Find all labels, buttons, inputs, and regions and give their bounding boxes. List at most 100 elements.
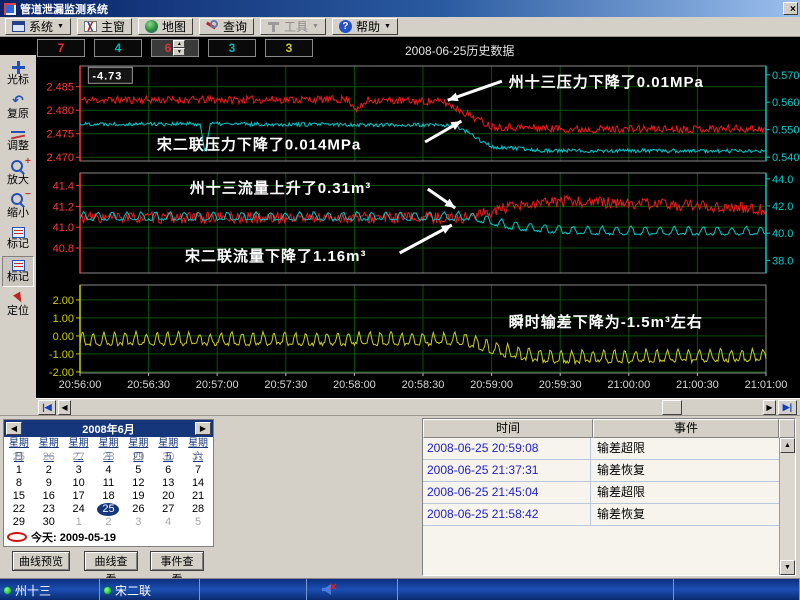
calendar-day[interactable]: 9	[34, 477, 64, 490]
menu-item-help[interactable]: 帮助▼	[332, 18, 398, 35]
calendar-day[interactable]: 28	[183, 503, 213, 516]
status-station-songerlian[interactable]: 宋二联	[100, 579, 200, 600]
counter-box-1[interactable]: 7	[37, 39, 85, 57]
calendar-day[interactable]: 27	[153, 503, 183, 516]
counter-spinner[interactable]: ▲▼	[173, 40, 185, 56]
tool-mark[interactable]: 标记	[2, 223, 34, 254]
svg-text:21:01:00: 21:01:00	[745, 379, 788, 391]
status-station-zhoushisan[interactable]: 州十三	[0, 579, 100, 600]
calendar-day[interactable]: 6	[153, 464, 183, 477]
calendar-day[interactable]: 2	[34, 464, 64, 477]
calendar-day[interactable]: 30	[34, 516, 64, 529]
calendar-day[interactable]: 15	[4, 490, 34, 503]
tool-zoom-out[interactable]: −缩小	[2, 190, 34, 221]
calendar-day[interactable]: 10	[64, 477, 94, 490]
calendar-day[interactable]: 22	[4, 503, 34, 516]
calendar-day[interactable]: 4	[94, 464, 124, 477]
calendar-day[interactable]: 11	[94, 477, 124, 490]
calendar-day[interactable]: 30	[153, 451, 183, 464]
event-table-row[interactable]: 2008-06-25 20:59:08输差超限	[423, 438, 779, 460]
calendar-day[interactable]: 3	[123, 516, 153, 529]
calendar-day[interactable]: 18	[94, 490, 124, 503]
counter-box-2[interactable]: 4	[94, 39, 142, 57]
hscroll-next-button[interactable]: ▶	[763, 400, 776, 415]
menu-item-query[interactable]: 查询	[199, 18, 254, 35]
event-table-row[interactable]: 2008-06-25 21:45:04输差超限	[423, 482, 779, 504]
calendar-day[interactable]: 26	[123, 503, 153, 516]
calendar-day[interactable]: 2	[94, 516, 124, 529]
calendar-day[interactable]: 4	[153, 516, 183, 529]
bottom-panel: ◀ 2008年6月 ▶ 星期日星期一星期二星期三星期四星期五星期六 252627…	[0, 415, 800, 578]
calendar-day[interactable]: 24	[64, 503, 94, 516]
hscroll-first-button[interactable]: |◀	[38, 400, 56, 415]
calendar-day[interactable]: 1	[64, 516, 94, 529]
calendar-day-selected[interactable]: 25	[97, 503, 119, 516]
calendar-day[interactable]: 29	[4, 516, 34, 529]
scroll-down-icon[interactable]: ▼	[780, 560, 795, 575]
hscroll-last-button[interactable]: ▶|	[778, 400, 797, 415]
calendar-day[interactable]: 1	[4, 464, 34, 477]
calendar-day[interactable]: 19	[123, 490, 153, 503]
tool-adjust[interactable]: 调整	[2, 124, 34, 155]
calendar-day[interactable]: 5	[183, 516, 213, 529]
scroll-up-icon[interactable]: ▲	[780, 438, 795, 453]
event-name: 输差恢复	[591, 504, 779, 525]
restore-icon: ↶	[12, 94, 24, 108]
calendar-day[interactable]: 20	[153, 490, 183, 503]
tool-locate[interactable]: 定位	[2, 289, 34, 320]
hscroll-thumb[interactable]	[662, 400, 682, 415]
event-table-row[interactable]: 2008-06-25 21:37:31输差恢复	[423, 460, 779, 482]
spinner-down-icon[interactable]: ▼	[173, 48, 185, 56]
event-table-row[interactable]: 2008-06-25 21:58:42输差恢复	[423, 504, 779, 526]
calendar-day[interactable]: 29	[123, 451, 153, 464]
tool-label: 光标	[7, 74, 29, 86]
calendar-day[interactable]: 23	[34, 503, 64, 516]
menu-item-system[interactable]: 系统▼	[5, 18, 71, 35]
svg-text:0.560: 0.560	[772, 97, 800, 109]
time-scrollbar[interactable]: |◀◀ ▶▶|	[36, 398, 800, 415]
svg-text:21:00:00: 21:00:00	[607, 379, 650, 391]
pressure-chart[interactable]: 2.4852.4802.4752.4700.5700.5600.5500.540…	[38, 60, 800, 166]
hscroll-prev-button[interactable]: ◀	[58, 400, 71, 415]
calendar-day[interactable]: 3	[64, 464, 94, 477]
calendar-weekday-row: 星期日星期一星期二星期三星期四星期五星期六	[4, 437, 213, 451]
tool-cursor[interactable]: 光标	[2, 58, 34, 89]
tool-zoom-in[interactable]: +放大	[2, 157, 34, 188]
spinner-up-icon[interactable]: ▲	[173, 40, 185, 48]
calendar-day[interactable]: 8	[4, 477, 34, 490]
counter-box-5[interactable]: 3	[265, 39, 313, 57]
counter-box-4[interactable]: 3	[208, 39, 256, 57]
menu-item-main-window[interactable]: 主窗	[77, 18, 132, 35]
calendar-day[interactable]: 7	[183, 464, 213, 477]
instant-diff-chart[interactable]: 2.001.000.00-1.00-2.0020:56:0020:56:3020…	[38, 279, 800, 396]
event-table-scrollbar[interactable]: ▲ ▼	[779, 438, 795, 575]
calendar-day[interactable]: 26	[34, 451, 64, 464]
station-label: 州十三	[15, 582, 51, 599]
close-button[interactable]: ×	[783, 2, 798, 15]
calendar-day[interactable]: 5	[123, 464, 153, 477]
calendar-day[interactable]: 17	[64, 490, 94, 503]
tool-mark-2[interactable]: 标记	[2, 256, 34, 287]
status-cell-6	[674, 579, 800, 600]
app-icon	[4, 3, 16, 15]
calendar-day[interactable]: 31	[183, 451, 213, 464]
menu-item-map[interactable]: 地图	[138, 18, 193, 35]
counter-box-3[interactable]: 6▲▼	[151, 39, 199, 57]
calendar-day[interactable]: 28	[94, 451, 124, 464]
calendar-day[interactable]: 16	[34, 490, 64, 503]
calendar-prev-button[interactable]: ◀	[6, 422, 22, 435]
calendar-next-button[interactable]: ▶	[195, 422, 211, 435]
calendar-day[interactable]: 27	[64, 451, 94, 464]
calendar-day[interactable]: 14	[183, 477, 213, 490]
flow-chart[interactable]: 41.441.241.040.844.042.040.038.0州十三流量上升了…	[38, 168, 800, 277]
tool-restore[interactable]: ↶复原	[2, 91, 34, 122]
menu-item-label: 主窗	[101, 18, 125, 35]
event-view-button[interactable]: 事件查看	[150, 551, 204, 571]
calendar-day[interactable]: 13	[153, 477, 183, 490]
curve-view-button[interactable]: 曲线查看	[84, 551, 138, 571]
calendar-day[interactable]: 25	[4, 451, 34, 464]
menu-item-tools[interactable]: 工具▼	[260, 18, 326, 35]
calendar-day[interactable]: 21	[183, 490, 213, 503]
calendar-day[interactable]: 12	[123, 477, 153, 490]
curve-preview-button[interactable]: 曲线预览	[12, 551, 70, 571]
